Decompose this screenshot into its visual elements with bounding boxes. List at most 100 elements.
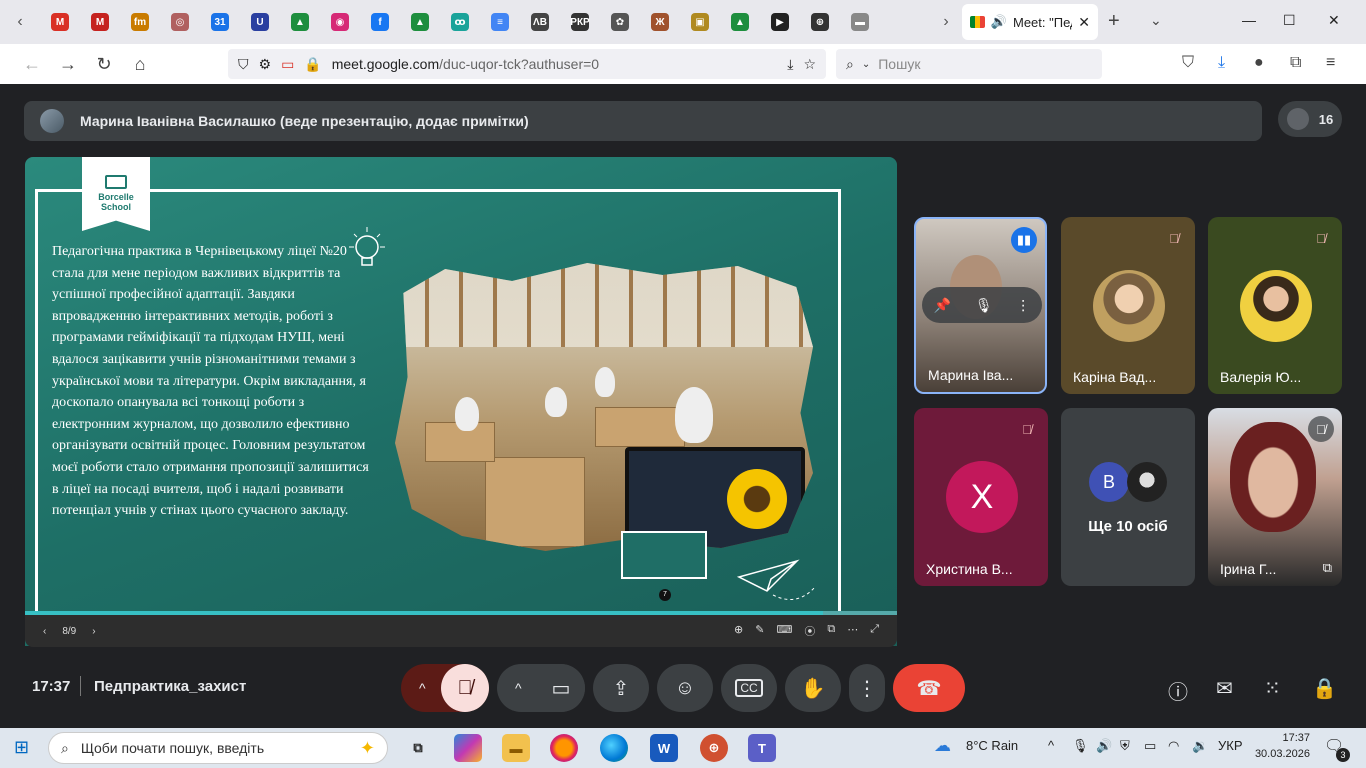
captions-button[interactable]: CC — [721, 664, 777, 712]
cast-icon[interactable]: ⦿ — [804, 623, 815, 639]
pinned-tab-0[interactable]: M — [40, 0, 80, 44]
task-view-icon[interactable]: ⧉ — [404, 734, 432, 762]
tray-volume-icon[interactable]: 🔊 — [1096, 738, 1112, 754]
pocket-icon[interactable]: ⛉ — [1182, 54, 1194, 72]
tray-security-icon[interactable]: ⛨ — [1120, 738, 1130, 754]
copilot-icon[interactable] — [454, 734, 482, 762]
fullscreen-icon[interactable]: ⤢ — [870, 623, 879, 639]
close-tab-icon[interactable]: ✕ — [1078, 14, 1090, 31]
pin-icon[interactable]: 📌 — [934, 297, 951, 314]
pinned-tab-19[interactable]: ⊕ — [800, 0, 840, 44]
clock-date[interactable]: 30.03.2026 — [1254, 748, 1310, 760]
mic-icon[interactable]: 🎙 — [975, 297, 993, 314]
participant-tile-marina[interactable]: ▮▮ 📌 🎙 ⋮ Марина Іва... — [914, 217, 1047, 394]
pinned-tab-1[interactable]: M — [80, 0, 120, 44]
activities-icon[interactable]: ⁙ — [1264, 676, 1281, 701]
weather-text[interactable]: 8°C Rain — [966, 738, 1018, 753]
tray-speaker-icon[interactable]: 🔉 — [1192, 738, 1208, 754]
keyboard-icon[interactable]: ⌨ — [776, 623, 792, 639]
pinned-tab-4[interactable]: 31 — [200, 0, 240, 44]
host-controls-icon[interactable]: 🔒 — [1312, 676, 1337, 701]
home-icon[interactable]: ⌂ — [122, 54, 158, 75]
tray-battery-icon[interactable]: ▭ — [1144, 738, 1156, 754]
pinned-tab-6[interactable]: ▲ — [280, 0, 320, 44]
camera-sharing-icon[interactable]: ▭ — [281, 56, 294, 73]
downloads-icon[interactable]: ⤓ — [1218, 54, 1225, 72]
pinned-tab-2[interactable]: fm — [120, 0, 160, 44]
tray-mic-icon[interactable]: 🎙 — [1072, 738, 1089, 754]
pen-icon[interactable]: ✎ — [755, 623, 764, 639]
pinned-tab-13[interactable]: РКР — [560, 0, 600, 44]
minimize-icon[interactable]: — — [1242, 12, 1256, 28]
pinned-tab-15[interactable]: Ж — [640, 0, 680, 44]
prev-slide-icon[interactable]: ‹ — [43, 626, 46, 637]
shield-icon[interactable]: ⛉ — [238, 56, 249, 73]
pinned-tab-5[interactable]: U — [240, 0, 280, 44]
participants-button[interactable]: 16 — [1278, 101, 1342, 137]
pinned-tab-12[interactable]: ΛВ — [520, 0, 560, 44]
input-language[interactable]: УКР — [1218, 738, 1243, 753]
chevron-up-icon[interactable]: ^ — [515, 680, 522, 696]
pinned-tab-14[interactable]: ✿ — [600, 0, 640, 44]
edge-icon[interactable] — [600, 734, 628, 762]
search-engine-chevron-icon[interactable]: ⌄ — [862, 59, 870, 70]
pinned-tab-3[interactable]: ◎ — [160, 0, 200, 44]
bookmark-star-icon[interactable]: ☆ — [803, 56, 816, 73]
tray-overflow-icon[interactable]: ^ — [1048, 738, 1054, 753]
pinned-tab-9[interactable]: ▲ — [400, 0, 440, 44]
lock-icon[interactable]: 🔒 — [304, 56, 321, 73]
participant-tile-karina[interactable]: 🎙̸ Каріна Вад... — [1061, 217, 1195, 394]
more-participants-tile[interactable]: В Ще 10 осіб — [1061, 408, 1195, 586]
firefox-icon[interactable] — [550, 734, 578, 762]
copy-icon[interactable]: ⧉ — [827, 623, 835, 639]
speaker-icon[interactable]: 🔊 — [991, 14, 1007, 30]
chrome-app-icon[interactable]: ⊕ — [700, 734, 728, 762]
windows-start-icon[interactable]: ⊞ — [14, 737, 29, 758]
next-slide-icon[interactable]: › — [92, 626, 95, 637]
tab-list-chevron-icon[interactable]: ⌄ — [1150, 12, 1162, 29]
tabs-scroll-left-icon[interactable]: ‹ — [0, 13, 40, 31]
pinned-tab-18[interactable]: ▶ — [760, 0, 800, 44]
participant-tile-iryna[interactable]: 🎙̸ Ірина Г... ⧉ — [1208, 408, 1342, 586]
leave-call-button[interactable]: ☎ — [893, 664, 965, 712]
pip-icon[interactable]: ⧉ — [1323, 560, 1332, 576]
raise-hand-button[interactable]: ✋ — [785, 664, 841, 712]
more-icon[interactable]: ⋯ — [847, 623, 858, 639]
word-icon[interactable]: W — [650, 734, 678, 762]
participant-tile-valeria[interactable]: 🎙̸ Валерія Ю... — [1208, 217, 1342, 394]
weather-cloud-icon[interactable]: ☁ — [934, 736, 951, 756]
close-window-icon[interactable]: ✕ — [1328, 12, 1340, 29]
meeting-info-icon[interactable]: ⓘ — [1168, 676, 1188, 705]
pinned-tab-11[interactable]: ≡ — [480, 0, 520, 44]
forward-icon[interactable]: → — [50, 54, 86, 75]
chevron-up-icon[interactable]: ^ — [419, 680, 426, 696]
present-button[interactable]: ⇪ — [593, 664, 649, 712]
new-tab-icon[interactable]: + — [1108, 10, 1120, 33]
install-icon[interactable]: ⤓ — [787, 56, 793, 73]
pinned-tab-17[interactable]: ▲ — [720, 0, 760, 44]
search-box[interactable]: ⌕ ⌄ Пошук — [836, 49, 1102, 79]
tray-wifi-icon[interactable]: ◠ — [1168, 738, 1179, 754]
more-options-button[interactable]: ⋮ — [849, 664, 885, 712]
zoom-icon[interactable]: ⊕ — [734, 623, 743, 639]
copilot-sparkle-icon[interactable]: ✦ — [360, 738, 375, 759]
info-icon[interactable]: ● — [1254, 54, 1264, 72]
active-tab-meet[interactable]: 🔊 Meet: "Пед ✕ — [962, 4, 1098, 40]
reactions-button[interactable]: ☺ — [657, 664, 713, 712]
mic-toggle-button[interactable]: 🎙̸ — [441, 664, 489, 712]
tabs-scroll-right-icon[interactable]: › — [926, 13, 966, 31]
teams-icon[interactable]: T — [748, 734, 776, 762]
pinned-tab-8[interactable]: f — [360, 0, 400, 44]
participant-tile-khrystyna[interactable]: Х 🎙̸ Христина В... — [914, 408, 1048, 586]
file-explorer-icon[interactable]: ▬ — [502, 734, 530, 762]
pinned-tab-10[interactable]: ꝏ — [440, 0, 480, 44]
permissions-icon[interactable]: ⚙ — [259, 56, 272, 73]
pinned-tab-16[interactable]: ▣ — [680, 0, 720, 44]
more-options-icon[interactable]: ⋮ — [1016, 297, 1030, 314]
extensions-icon[interactable]: ⧉ — [1290, 54, 1301, 72]
taskbar-search[interactable]: ⌕ Щоби почати пошук, введіть ✦ — [48, 732, 388, 764]
pinned-tab-20[interactable]: ▬ — [840, 0, 880, 44]
back-icon[interactable]: ← — [14, 54, 50, 75]
clock-time[interactable]: 17:37 — [1254, 732, 1310, 744]
chat-icon[interactable]: ✉ — [1216, 676, 1233, 701]
